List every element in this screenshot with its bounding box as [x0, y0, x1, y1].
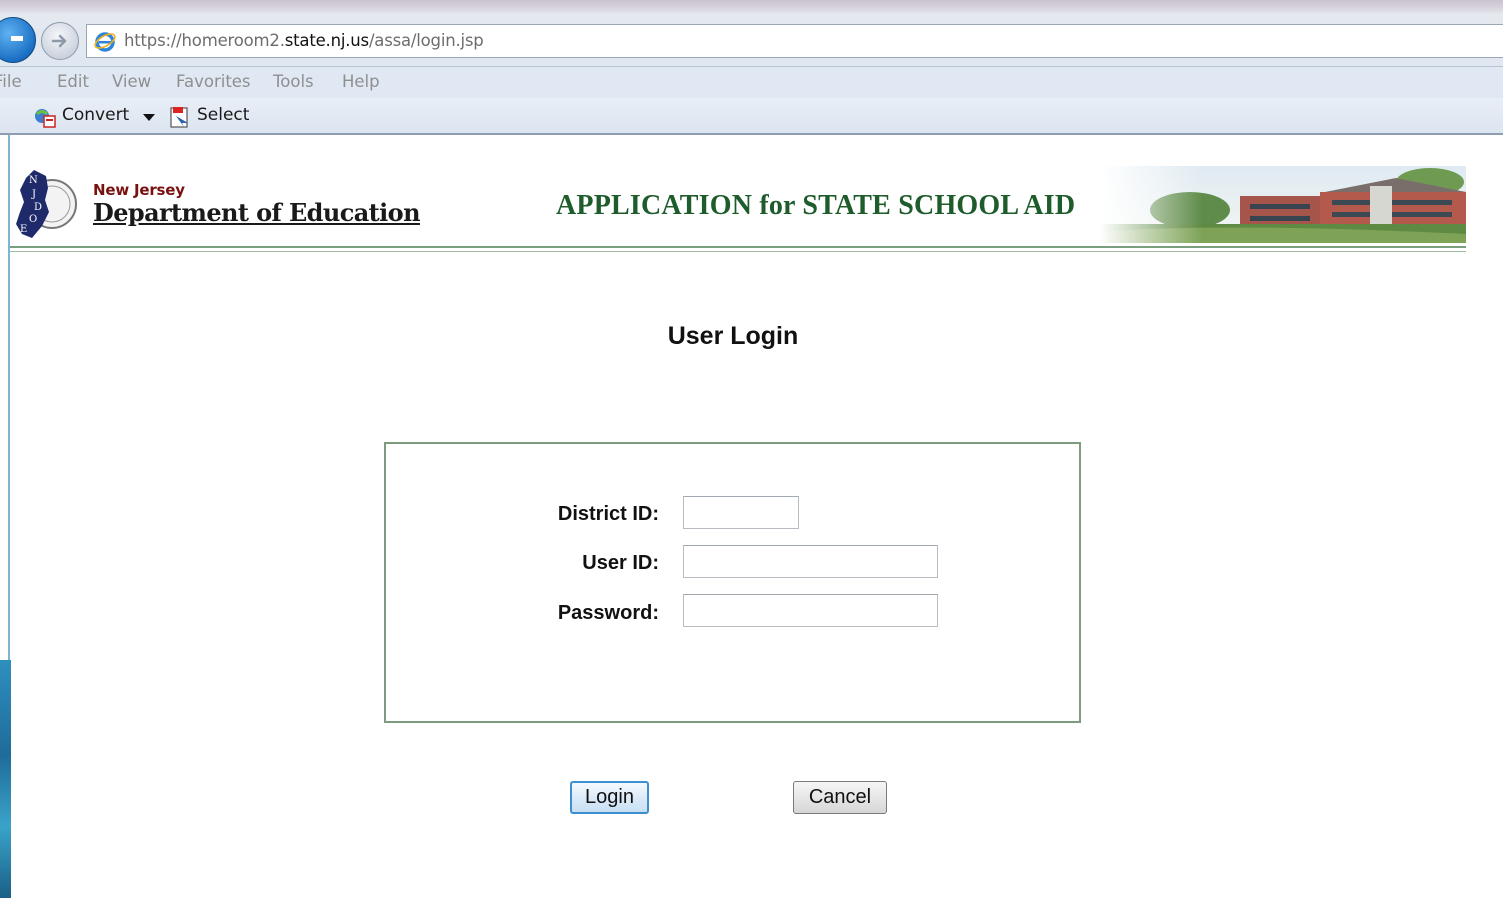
page-title: User Login	[667, 322, 799, 350]
forward-arrow-icon	[51, 34, 67, 48]
browser-navigation-bar: https://homeroom2.state.nj.us/assa/login…	[0, 0, 1503, 67]
password-label: Password:	[557, 602, 659, 624]
menu-view[interactable]: View	[112, 72, 151, 91]
chevron-down-icon[interactable]	[142, 112, 156, 122]
application-title: APPLICATION for STATE SCHOOL AID	[556, 190, 1076, 221]
header-divider	[10, 246, 1466, 252]
user-id-label: User ID:	[582, 552, 659, 574]
school-campus-banner-image	[1100, 166, 1466, 243]
url-text[interactable]: https://homeroom2.state.nj.us/assa/login…	[124, 31, 484, 50]
menu-tools[interactable]: Tools	[273, 72, 314, 91]
user-id-input[interactable]	[683, 545, 938, 578]
seal-letter-d: D	[34, 202, 42, 213]
desktop-background	[0, 660, 11, 898]
menu-help[interactable]: Help	[342, 72, 380, 91]
back-button[interactable]	[0, 17, 36, 63]
menu-bar: File Edit View Favorites Tools Help	[0, 67, 1503, 98]
login-form-panel: District ID: User ID: Password:	[384, 442, 1081, 723]
seal-letter-j: J	[31, 189, 36, 200]
menu-favorites[interactable]: Favorites	[176, 72, 251, 91]
org-state-name: New Jersey	[93, 181, 185, 199]
back-arrow-icon	[11, 36, 23, 41]
cancel-button[interactable]: Cancel	[793, 781, 887, 814]
njdoe-seal-logo: N J D O E	[16, 170, 77, 238]
command-toolbar: Convert Select	[0, 98, 1503, 135]
select-icon	[170, 107, 188, 128]
internet-explorer-icon	[94, 32, 116, 52]
seal-letter-n: N	[29, 175, 38, 186]
select-button[interactable]: Select	[197, 105, 249, 125]
district-id-label: District ID:	[557, 503, 659, 525]
org-department-name[interactable]: Department of Education	[93, 198, 421, 227]
menu-file[interactable]: File	[0, 72, 22, 91]
menu-edit[interactable]: Edit	[57, 72, 89, 91]
password-input[interactable]	[683, 594, 938, 627]
convert-icon	[35, 109, 56, 128]
district-id-input[interactable]	[683, 496, 799, 529]
seal-letter-o: O	[29, 214, 37, 225]
forward-button[interactable]	[41, 22, 79, 60]
address-bar[interactable]: https://homeroom2.state.nj.us/assa/login…	[86, 24, 1503, 58]
login-button[interactable]: Login	[570, 781, 649, 814]
convert-button[interactable]: Convert	[62, 105, 129, 125]
seal-letter-e: E	[20, 224, 27, 235]
